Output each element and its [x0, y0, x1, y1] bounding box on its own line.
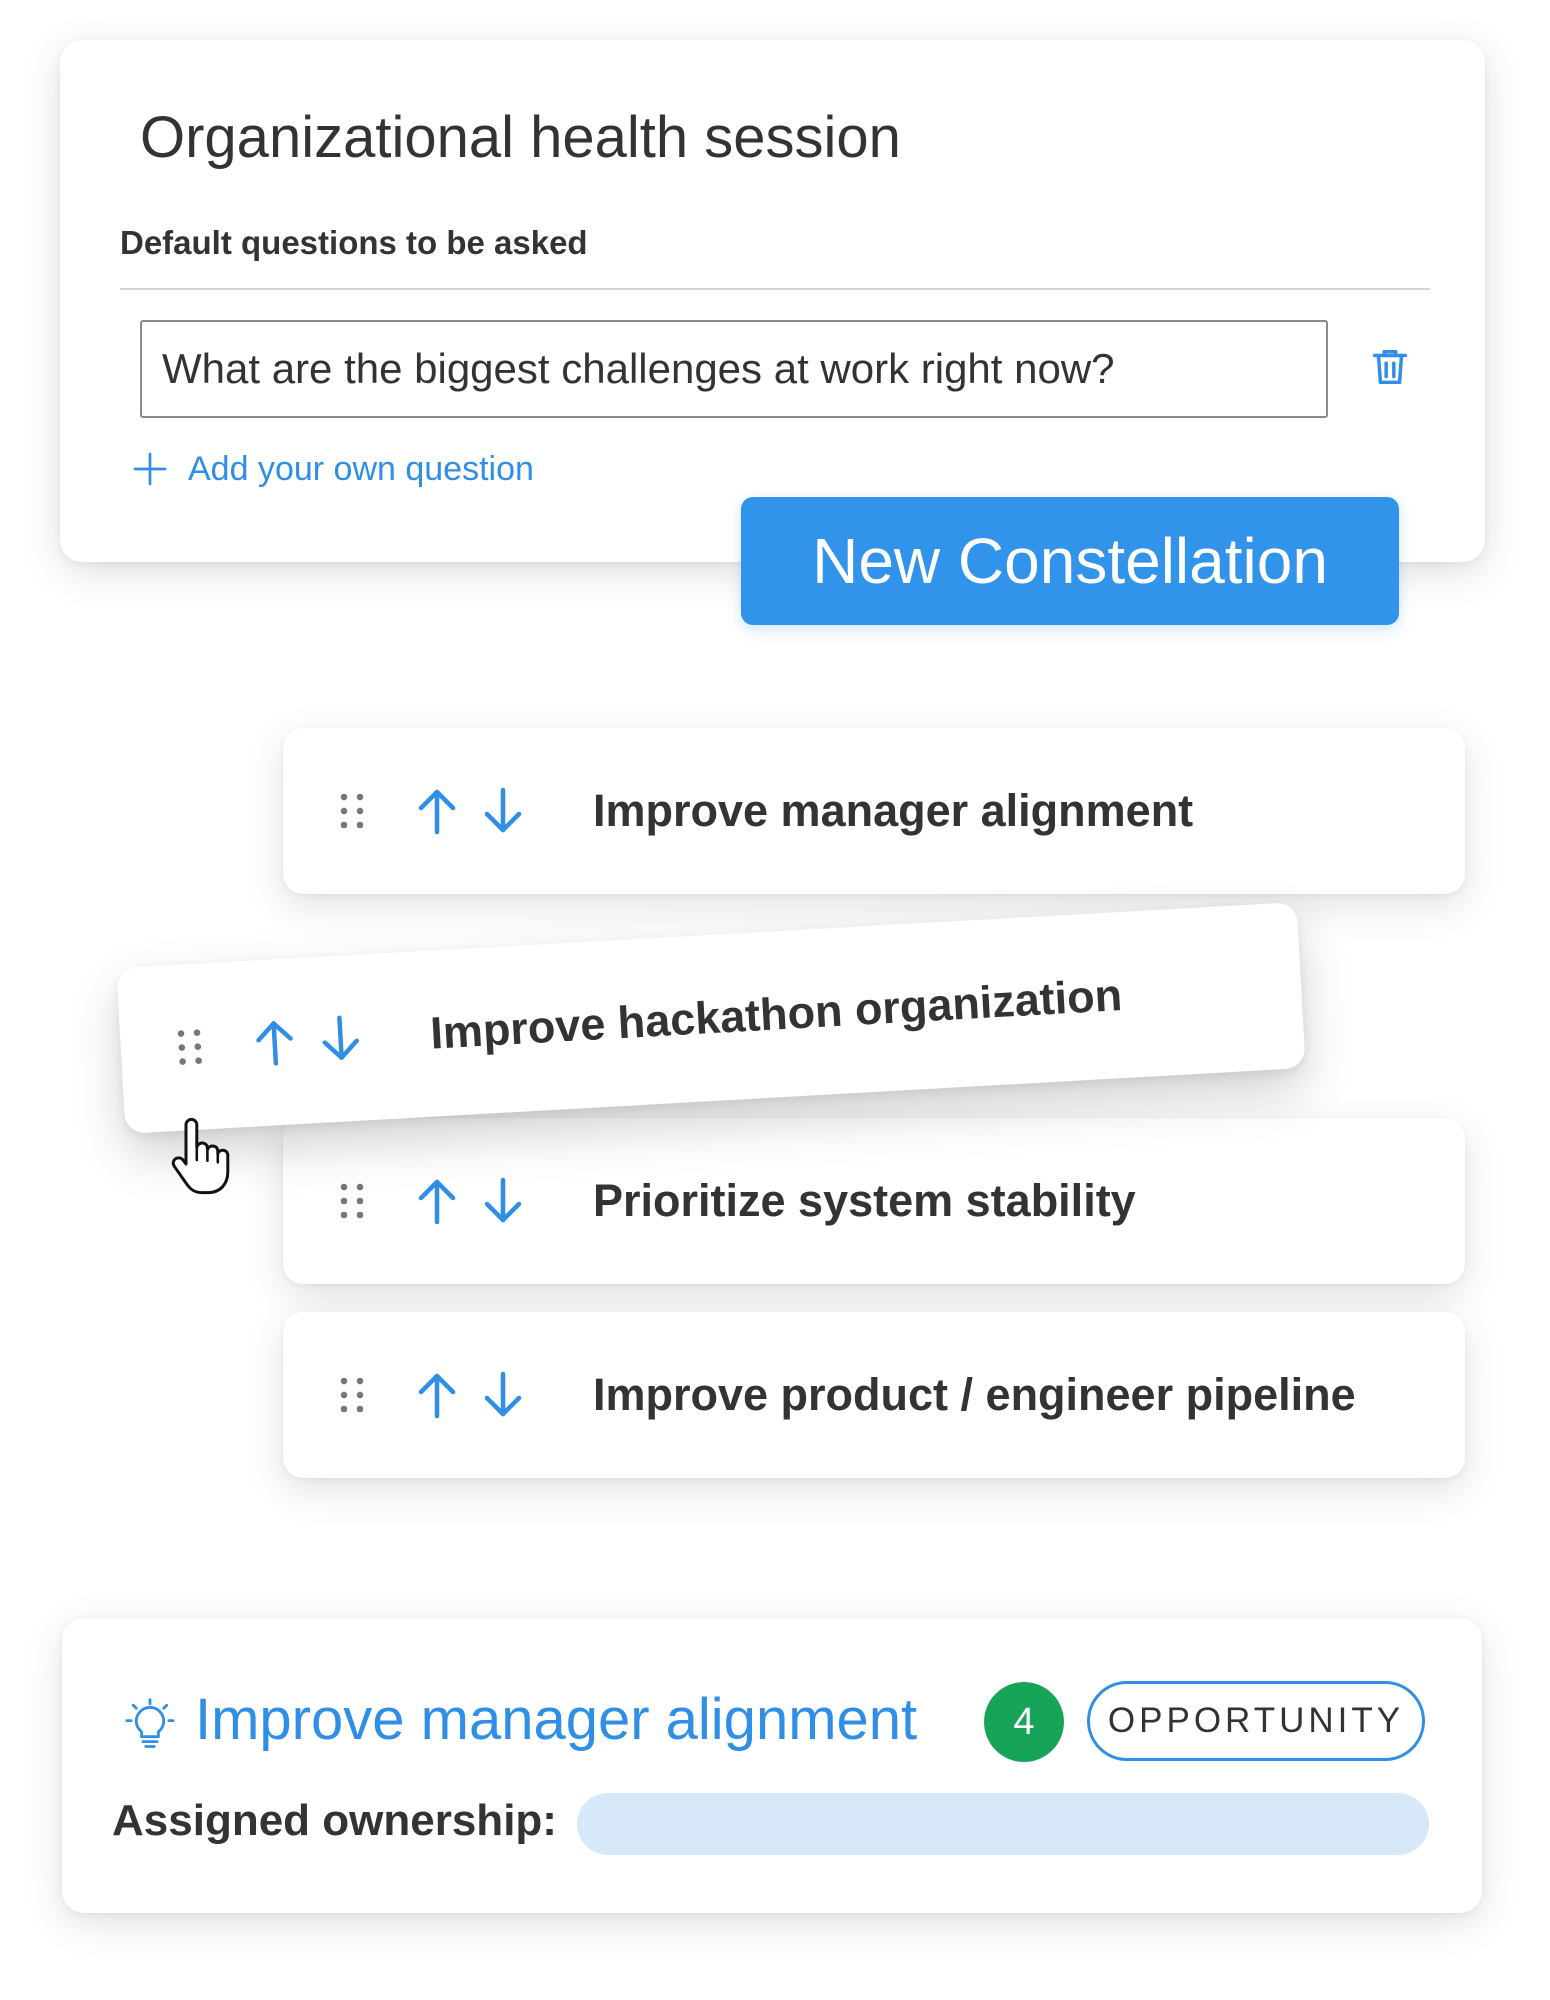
- arrow-up-icon[interactable]: [415, 786, 459, 836]
- session-title: Organizational health session: [140, 105, 901, 170]
- arrow-down-icon[interactable]: [481, 1370, 525, 1420]
- priority-label: Improve hackathon organization: [428, 969, 1124, 1059]
- priority-label: Improve manager alignment: [593, 785, 1194, 836]
- add-question-label: Add your own question: [188, 449, 534, 488]
- arrow-down-icon[interactable]: [317, 1013, 364, 1065]
- arrow-up-icon[interactable]: [415, 1176, 459, 1226]
- opportunity-title[interactable]: Improve manager alignment: [195, 1686, 917, 1753]
- trash-icon[interactable]: [1367, 344, 1413, 390]
- arrow-down-icon[interactable]: [481, 786, 525, 836]
- type-badge: OPPORTUNITY: [1087, 1681, 1425, 1761]
- default-questions-label: Default questions to be asked: [120, 224, 588, 261]
- section-divider: [120, 288, 1430, 290]
- arrow-down-icon[interactable]: [481, 1176, 525, 1226]
- priority-row[interactable]: Improve manager alignment: [283, 728, 1465, 894]
- count-badge: 4: [984, 1682, 1064, 1762]
- drag-handle-icon[interactable]: [176, 1027, 204, 1066]
- priority-row[interactable]: Improve product / engineer pipeline: [283, 1312, 1465, 1478]
- opportunity-card: Improve manager alignment 4 OPPORTUNITY …: [62, 1618, 1482, 1913]
- ownership-label: Assigned ownership:: [112, 1796, 557, 1845]
- lightbulb-icon: [125, 1698, 175, 1748]
- hand-cursor-icon: [171, 1118, 230, 1195]
- drag-handle-icon[interactable]: [339, 792, 365, 830]
- arrow-up-icon[interactable]: [415, 1370, 459, 1420]
- drag-handle-icon[interactable]: [339, 1182, 365, 1220]
- new-constellation-button[interactable]: New Constellation: [741, 497, 1399, 625]
- priority-label: Improve product / engineer pipeline: [593, 1369, 1356, 1420]
- question-input[interactable]: [140, 320, 1328, 418]
- priority-row[interactable]: Prioritize system stability: [283, 1118, 1465, 1284]
- ownership-field[interactable]: [577, 1793, 1429, 1855]
- plus-icon: [133, 452, 167, 486]
- session-card: Organizational health session Default qu…: [60, 40, 1485, 562]
- drag-handle-icon[interactable]: [339, 1376, 365, 1414]
- priority-label: Prioritize system stability: [593, 1175, 1136, 1226]
- add-question-button[interactable]: Add your own question: [130, 449, 534, 489]
- priority-row-dragging[interactable]: Improve hackathon organization: [116, 902, 1306, 1134]
- arrow-up-icon[interactable]: [251, 1016, 298, 1068]
